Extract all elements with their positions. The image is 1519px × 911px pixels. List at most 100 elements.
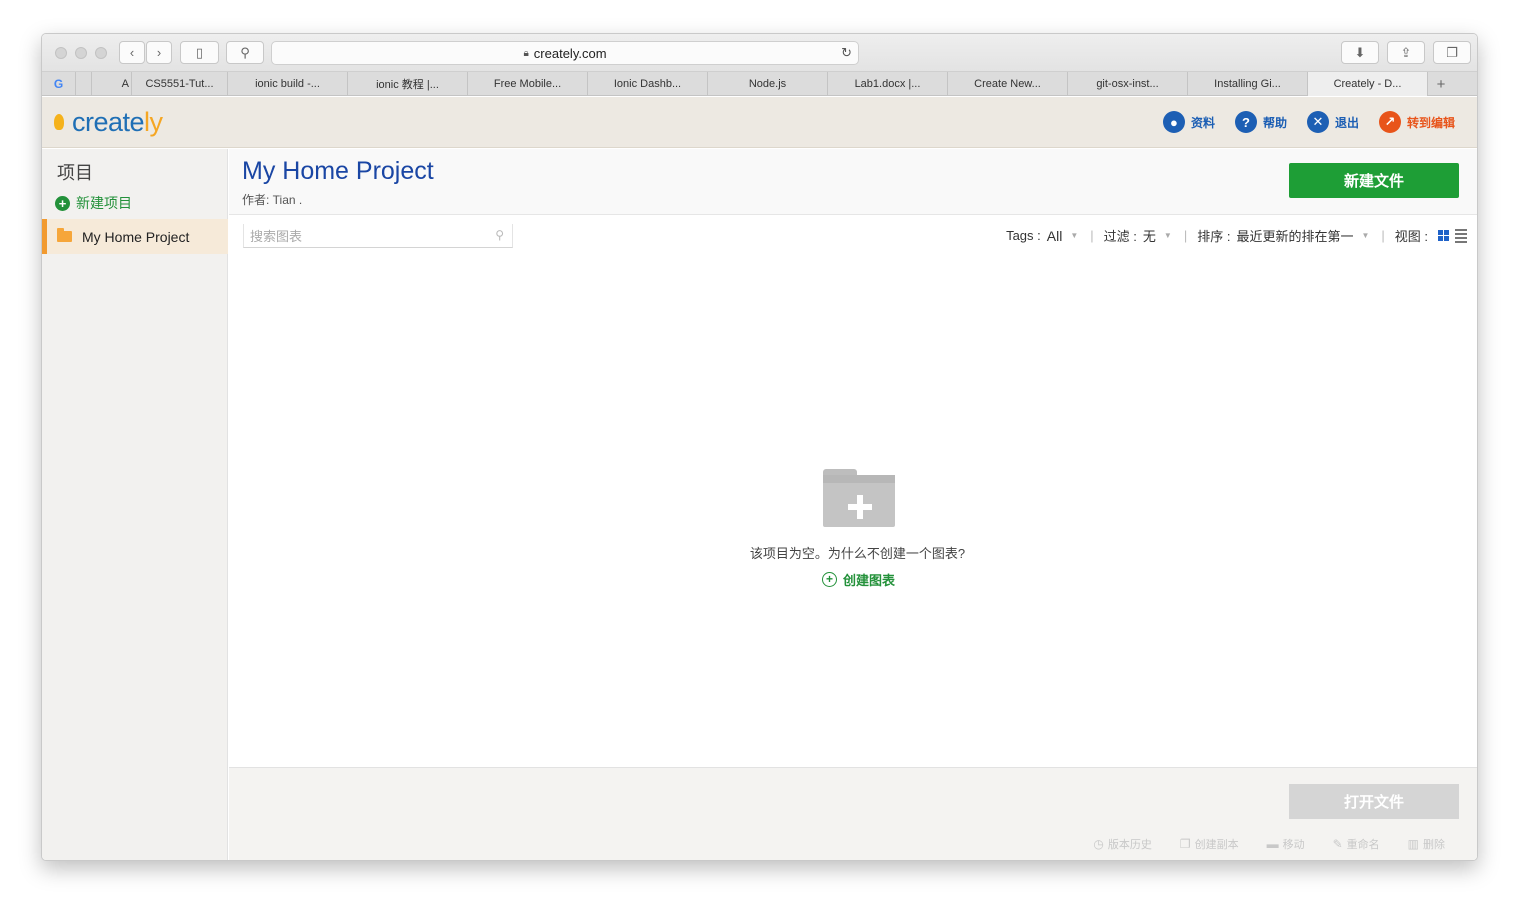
url-text: creately.com <box>533 45 607 61</box>
sidebar-item-my-home-project[interactable]: My Home Project <box>42 219 228 254</box>
rename-button[interactable]: ✎ 重命名 <box>1333 836 1380 852</box>
tab-item[interactable]: Ionic Dashb... <box>588 72 708 96</box>
version-history-button[interactable]: ◷ 版本历史 <box>1093 836 1151 852</box>
profile-link[interactable]: ● 资料 <box>1162 111 1215 133</box>
duplicate-button[interactable]: ❐ 创建副本 <box>1180 836 1239 852</box>
tab-item[interactable]: ionic 教程 |... <box>348 72 468 96</box>
share-button[interactable]: ⇪ <box>1387 41 1425 64</box>
edit-label: 转到编辑 <box>1406 115 1455 130</box>
tab-item[interactable]: git-osx-inst... <box>1068 72 1188 96</box>
new-file-button[interactable]: 新建文件 <box>1289 163 1459 198</box>
close-window-button[interactable] <box>55 47 67 59</box>
edit-link[interactable]: ↗ 转到编辑 <box>1378 111 1455 133</box>
tabs-icon: ❐ <box>1446 44 1458 60</box>
list-view-icon[interactable] <box>1455 228 1467 243</box>
new-tab-button[interactable]: + <box>1428 72 1454 96</box>
tab-item[interactable]: ionic build -... <box>228 72 348 96</box>
new-project-button[interactable]: + 新建项目 <box>55 193 132 213</box>
chevron-right-icon: › <box>156 45 162 60</box>
tab-item[interactable]: CS5551-Tut... <box>132 72 228 96</box>
chevron-down-icon[interactable]: ▼ <box>1070 231 1078 240</box>
tab-pinned-1[interactable] <box>76 72 92 96</box>
search-input[interactable]: 搜索图表 ⚲ <box>243 224 513 248</box>
search-toolbar-button[interactable]: ⚲ <box>226 41 264 64</box>
version-history-label: 版本历史 <box>1107 839 1152 851</box>
bottom-action-bar: 打开文件 ◷ 版本历史 ❐ 创建副本 ▬ 移动 ✎ 重命名 ▥ 删除 <box>229 767 1477 860</box>
profile-label: 资料 <box>1190 115 1215 130</box>
chevron-down-icon[interactable]: ▼ <box>1361 231 1369 240</box>
open-file-button[interactable]: 打开文件 <box>1289 784 1459 819</box>
move-button[interactable]: ▬ 移动 <box>1267 836 1305 852</box>
delete-button[interactable]: ▥ 删除 <box>1408 836 1445 852</box>
new-project-label: 新建项目 <box>76 195 132 211</box>
external-edit-icon: ↗ <box>1378 111 1401 133</box>
sort-select[interactable]: 最近更新的排在第一 <box>1236 226 1353 245</box>
user-icon: ● <box>1162 111 1185 133</box>
sidebar-item-label: My Home Project <box>82 228 190 245</box>
plus-circle-icon: + <box>822 572 837 587</box>
filter-select[interactable]: 无 <box>1143 226 1156 245</box>
tags-label: Tags : <box>1006 228 1041 243</box>
divider: | <box>1090 228 1094 243</box>
lock-icon: 🔒︎ <box>523 47 529 59</box>
trash-icon: ▥ <box>1407 837 1419 851</box>
share-icon: ⇪ <box>1400 44 1412 60</box>
add-folder-icon <box>823 469 895 527</box>
forward-button[interactable]: › <box>146 41 172 64</box>
creately-logo[interactable]: create ly <box>54 107 163 138</box>
folder-icon <box>57 228 72 242</box>
tab-item[interactable]: Node.js <box>708 72 828 96</box>
help-link[interactable]: ? 帮助 <box>1234 111 1287 133</box>
duplicate-label: 创建副本 <box>1194 839 1239 851</box>
file-actions: ◷ 版本历史 ❐ 创建副本 ▬ 移动 ✎ 重命名 ▥ 删除 <box>1065 836 1445 852</box>
tab-active[interactable]: Creately - D... <box>1308 72 1428 96</box>
logo-text-accent: ly <box>144 107 163 137</box>
delete-label: 删除 <box>1423 839 1445 851</box>
sidebar-icon: ▯ <box>195 44 204 60</box>
chevron-down-icon[interactable]: ▼ <box>1164 231 1172 240</box>
search-icon: ⚲ <box>495 228 504 242</box>
app-header: create ly ● 资料 ? 帮助 ✕ 退出 ↗ 转到编辑 <box>42 97 1477 148</box>
history-icon: ◷ <box>1093 837 1104 851</box>
grid-view-icon[interactable] <box>1438 230 1449 241</box>
copy-icon: ❐ <box>1179 837 1191 851</box>
zoom-window-button[interactable] <box>95 47 107 59</box>
tab-pinned-2[interactable]: A <box>92 72 132 96</box>
project-author: 作者: Tian . <box>242 193 303 207</box>
create-chart-label: 创建图表 <box>843 573 896 588</box>
tab-bar: G A CS5551-Tut... ionic build -... ionic… <box>42 72 1477 96</box>
tab-item[interactable]: Installing Gi... <box>1188 72 1308 96</box>
header-links: ● 资料 ? 帮助 ✕ 退出 ↗ 转到编辑 <box>1143 111 1455 133</box>
project-header: My Home Project 作者: Tian . 新建文件 <box>229 149 1477 215</box>
tags-select[interactable]: All <box>1047 228 1063 244</box>
search-icon: ⚲ <box>240 44 250 60</box>
tab-google[interactable]: G <box>42 72 76 96</box>
tab-item[interactable]: Create New... <box>948 72 1068 96</box>
close-icon: ✕ <box>1306 111 1329 133</box>
search-placeholder: 搜索图表 <box>250 229 303 244</box>
tab-item[interactable]: Free Mobile... <box>468 72 588 96</box>
logo-text: create <box>72 107 145 137</box>
sidebar-title: 项目 <box>57 163 93 183</box>
minimize-window-button[interactable] <box>75 47 87 59</box>
reload-icon[interactable]: ↻ <box>841 45 852 61</box>
downloads-button[interactable]: ⬇ <box>1341 41 1379 64</box>
filter-bar: Tags : All ▼ | 过滤 : 无 ▼ | 排序 : 最近更新的排在第一… <box>1006 226 1467 245</box>
main-content: My Home Project 作者: Tian . 新建文件 搜索图表 ⚲ T… <box>229 149 1477 860</box>
divider: | <box>1183 228 1188 243</box>
logout-link[interactable]: ✕ 退出 <box>1306 111 1359 133</box>
chevron-left-icon: ‹ <box>129 45 135 60</box>
sidebar-toggle-button[interactable]: ▯ <box>180 41 219 64</box>
create-chart-link[interactable]: + 创建图表 <box>822 570 895 589</box>
sort-label: 排序 : <box>1197 229 1231 244</box>
empty-message: 该项目为空。为什么不创建一个图表? <box>749 546 966 561</box>
tabs-overview-button[interactable]: ❐ <box>1433 41 1471 64</box>
browser-toolbar: ‹ › ▯ ⚲ 🔒︎ creately.com ↻ ⬇ ⇪ ❐ <box>42 34 1477 72</box>
plus-circle-icon: + <box>55 195 70 211</box>
help-label: 帮助 <box>1262 115 1287 130</box>
folder-icon: ▬ <box>1266 837 1279 851</box>
download-icon: ⬇ <box>1354 44 1366 60</box>
back-button[interactable]: ‹ <box>119 41 145 64</box>
tab-item[interactable]: Lab1.docx |... <box>828 72 948 96</box>
address-bar[interactable]: 🔒︎ creately.com ↻ <box>271 41 859 65</box>
